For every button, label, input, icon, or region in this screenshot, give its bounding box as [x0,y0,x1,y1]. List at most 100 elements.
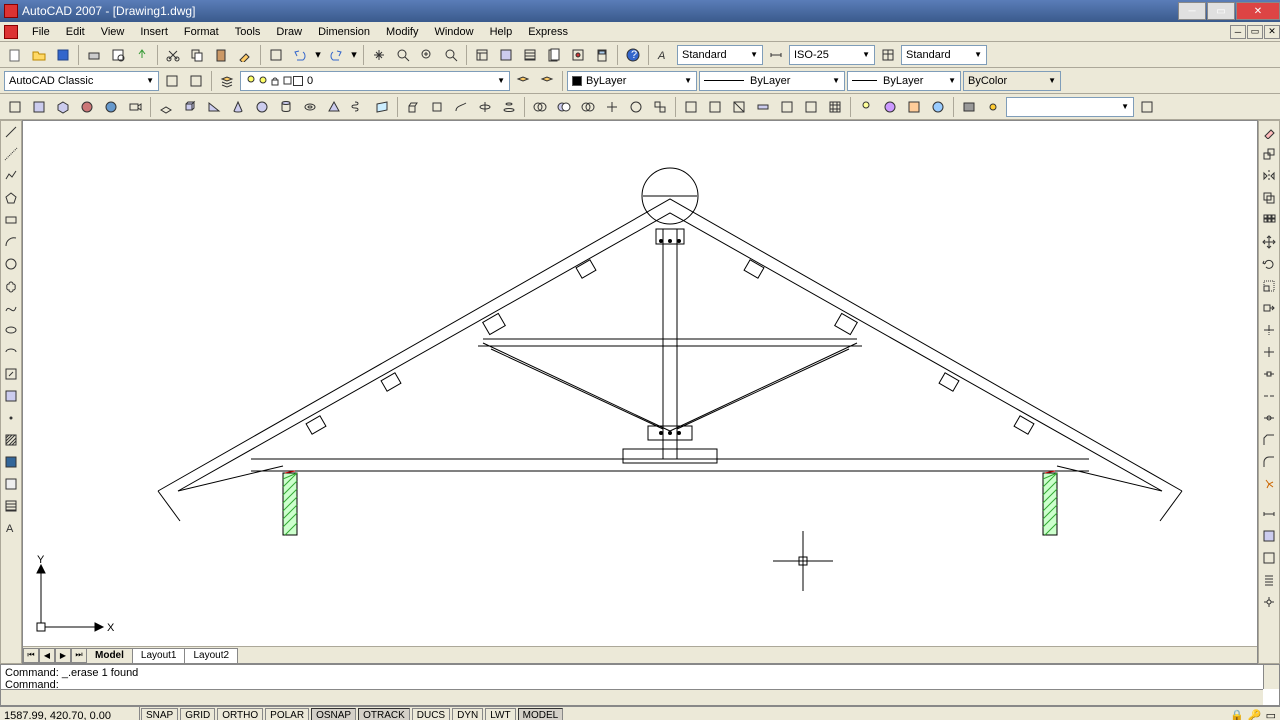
close-button[interactable]: ✕ [1236,2,1280,20]
plotstyle-select[interactable]: ByColor▼ [963,71,1061,91]
3d-move-button[interactable] [601,96,623,118]
wedge-button[interactable] [203,96,225,118]
menu-dimension[interactable]: Dimension [310,24,378,40]
layer-manager-button[interactable] [216,70,238,92]
lwt-toggle[interactable]: LWT [485,708,515,720]
polysolid-button[interactable] [155,96,177,118]
menu-edit[interactable]: Edit [58,24,93,40]
visual-style-select[interactable]: ▼ [1006,97,1134,117]
ducs-toggle[interactable]: DUCS [412,708,450,720]
flatshot-button[interactable] [704,96,726,118]
new-button[interactable] [4,44,26,66]
intersect-button[interactable] [577,96,599,118]
dist-button[interactable] [1259,504,1279,524]
snap-toggle[interactable]: SNAP [141,708,178,720]
paste-button[interactable] [210,44,232,66]
thicken-button[interactable] [752,96,774,118]
subtract-button[interactable] [553,96,575,118]
calculator-button[interactable] [591,44,613,66]
ortho-toggle[interactable]: ORTHO [217,708,263,720]
color-select[interactable]: ByLayer▼ [567,71,697,91]
sun-button[interactable] [982,96,1004,118]
join-button[interactable] [1259,408,1279,428]
region-button[interactable] [1,474,21,494]
camera-button[interactable] [124,96,146,118]
gradient-button[interactable] [1,452,21,472]
array-button[interactable] [1259,210,1279,230]
layer-previous-button[interactable] [512,70,534,92]
scale-button[interactable] [1259,276,1279,296]
menu-express[interactable]: Express [520,24,576,40]
visual-style-manager-button[interactable] [1136,96,1158,118]
undo-list-button[interactable]: ▾ [313,44,323,66]
maximize-button[interactable]: ▭ [1207,2,1235,20]
mdi-restore-button[interactable]: ▭ [1247,25,1263,39]
coordinates[interactable]: 1587.99, 420.70, 0.00 [0,707,140,720]
xline-button[interactable] [1,144,21,164]
line-button[interactable] [1,122,21,142]
helix-button[interactable] [347,96,369,118]
insert-block-button[interactable] [1,364,21,384]
command-scrollbar[interactable] [1263,665,1279,689]
dim-style-select[interactable]: ISO-25▼ [789,45,875,65]
layer-states-button[interactable] [536,70,558,92]
help-button[interactable]: ? [622,44,644,66]
3d-align-button[interactable] [649,96,671,118]
union-button[interactable] [529,96,551,118]
tool-palettes-button[interactable] [519,44,541,66]
clean-screen-icon[interactable]: ▭ [1266,709,1276,720]
explode-button[interactable] [1259,474,1279,494]
redo-button[interactable] [325,44,347,66]
layer-select[interactable]: 0 ▼ [240,71,510,91]
make-block-button[interactable] [1,386,21,406]
sphere-button[interactable] [251,96,273,118]
globe-view-button[interactable] [100,96,122,118]
menu-format[interactable]: Format [176,24,227,40]
drawing-area[interactable]: X Y [23,121,1257,646]
zoom-realtime-button[interactable] [392,44,414,66]
menu-window[interactable]: Window [426,24,481,40]
command-hscrollbar[interactable] [1,689,1263,705]
tab-model[interactable]: Model [86,648,133,663]
revolve-button[interactable] [474,96,496,118]
lineweight-select[interactable]: ByLayer▼ [847,71,961,91]
named-views-button[interactable] [4,96,26,118]
polar-toggle[interactable]: POLAR [265,708,309,720]
design-center-button[interactable] [495,44,517,66]
cut-button[interactable] [162,44,184,66]
plot-button[interactable] [83,44,105,66]
workspace-settings-button[interactable] [161,70,183,92]
tab-layout1[interactable]: Layout1 [132,648,186,663]
convert-button[interactable] [776,96,798,118]
extrude-button[interactable] [402,96,424,118]
menu-modify[interactable]: Modify [378,24,426,40]
loft-button[interactable] [498,96,520,118]
light-button[interactable] [855,96,877,118]
text-style-icon[interactable]: A [653,44,675,66]
linetype-select[interactable]: ByLayer▼ [699,71,845,91]
minimize-button[interactable]: ─ [1178,2,1206,20]
arc-button[interactable] [1,232,21,252]
polygon-button[interactable] [1,188,21,208]
tab-layout2[interactable]: Layout2 [184,648,238,663]
mesh-button[interactable] [824,96,846,118]
menu-insert[interactable]: Insert [132,24,176,40]
open-button[interactable] [28,44,50,66]
pyramid-button[interactable] [323,96,345,118]
render-region-button[interactable] [927,96,949,118]
render-button[interactable] [958,96,980,118]
pan-button[interactable] [368,44,390,66]
mdi-close-button[interactable]: ✕ [1264,25,1280,39]
solid-edit-button[interactable] [800,96,822,118]
3d-rotate-button[interactable] [625,96,647,118]
region-mass-button[interactable] [1259,548,1279,568]
workspace-save-button[interactable] [185,70,207,92]
table-button[interactable] [1,496,21,516]
menu-view[interactable]: View [93,24,133,40]
revcloud-button[interactable] [1,276,21,296]
break-button[interactable] [1259,386,1279,406]
dyn-toggle[interactable]: DYN [452,708,483,720]
material-button[interactable] [879,96,901,118]
slice-button[interactable] [728,96,750,118]
list-button[interactable] [1259,570,1279,590]
